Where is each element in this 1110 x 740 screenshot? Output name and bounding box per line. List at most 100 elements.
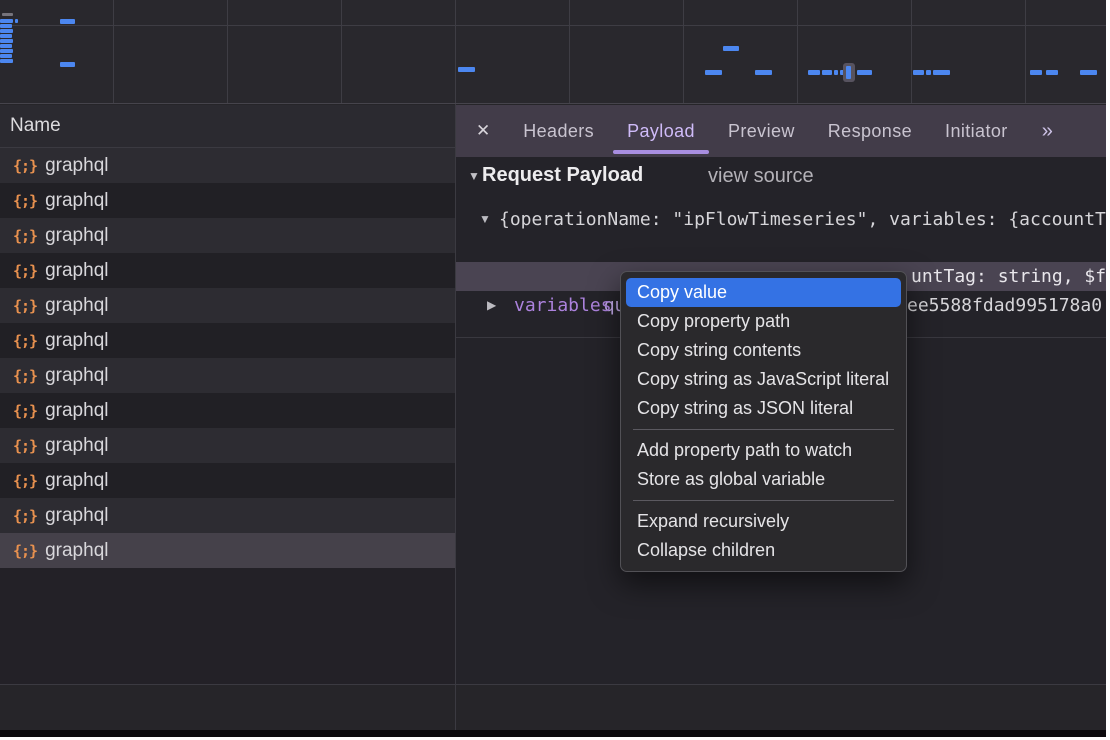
tab-preview[interactable]: Preview [728,121,795,142]
network-request-row[interactable]: {;} graphql [0,428,455,463]
timeline-hover-marker [843,63,855,82]
json-request-icon: {;} [13,437,37,455]
network-request-row[interactable]: {;} graphql [0,218,455,253]
operation-name-row[interactable]: operationName: "ipFlowTimeseries" [455,233,1106,262]
property-value-right-fragment: ee5588fdad995178a0 [907,291,1102,320]
property-key: variables [514,291,612,320]
request-timing-bar [1080,70,1097,75]
timeline-gridline [569,0,570,103]
network-request-row[interactable]: {;}graphql [0,393,455,428]
footer-divider [0,684,1106,685]
request-name-label: graphql [45,505,108,527]
request-timing-bar [913,70,924,75]
network-request-row[interactable]: {;} graphql [0,323,455,358]
request-name-label: graphql [45,540,108,562]
payload-preview-text: {operationName: "ipFlowTimeseries", vari… [499,205,1106,234]
property-value-right-fragment: untTag: string, $f [911,262,1106,291]
request-name-label: graphql [45,330,108,352]
context-menu-separator [633,429,894,430]
request-timing-bar [857,70,872,75]
request-timing-bar [834,70,838,75]
request-timing-bar [933,70,950,75]
request-timing-bar [0,29,13,33]
context-menu-item[interactable]: Copy string contents [621,336,906,365]
json-request-icon: {;} [13,472,37,490]
timeline-gridline [797,0,798,103]
devtools-window: Name {;} graphql {;} graphql {;} graphql {;} gr… [0,0,1106,737]
request-name-label: graphql [45,155,108,177]
request-timing-bar [15,19,18,23]
network-request-row[interactable]: {;}graphql [0,533,455,568]
expand-triangle-icon[interactable]: ▶ [487,291,496,320]
json-request-icon: {;} [13,332,37,350]
request-timing-bar [60,19,75,24]
request-timing-bar [0,24,12,28]
context-menu-item[interactable]: Expand recursively [621,507,906,536]
context-menu-item[interactable]: Copy string as JSON literal [621,394,906,423]
request-timing-bar [808,70,820,75]
column-header-name[interactable]: Name [0,105,455,148]
request-name-label: graphql [45,190,108,212]
request-name-label: graphql [45,260,108,282]
collapse-triangle-icon[interactable]: ▼ [468,169,480,183]
timeline-gridline [113,0,114,103]
request-timing-bar [0,44,12,48]
json-request-icon: {;} [13,192,37,210]
request-name-label: graphql [45,225,108,247]
network-request-row[interactable]: {;} graphql [0,288,455,323]
close-details-button[interactable]: ✕ [476,121,490,141]
network-request-row[interactable]: {;}graphql [0,358,455,393]
request-timing-bar [458,67,475,72]
json-request-icon: {;} [13,507,37,525]
network-request-row[interactable]: {;} graphql [0,183,455,218]
request-name-label: graphql [45,295,108,317]
view-source-link[interactable]: view source [708,165,814,188]
request-timing-bar [705,70,722,75]
tab-initiator[interactable]: Initiator [945,121,1008,142]
request-payload-title: Request Payload [482,164,643,187]
request-timing-bar [755,70,772,75]
timeline-horizontal-gridline [0,25,1106,26]
tab-response[interactable]: Response [828,121,912,142]
window-bottom-bar [0,730,1106,737]
json-request-icon: {;} [13,367,37,385]
context-menu-item[interactable]: Copy value [626,278,901,307]
json-request-icon: {;} [13,227,37,245]
context-menu: Copy valueCopy property pathCopy string … [620,271,907,572]
request-timing-bar [60,62,75,67]
network-request-row[interactable]: {;} graphql [0,148,455,183]
panel-splitter[interactable] [455,104,456,731]
network-request-row[interactable]: {;} graphql [0,498,455,533]
timeline-gridline [683,0,684,103]
timeline-gridline [455,0,456,103]
context-menu-item[interactable]: Copy property path [621,307,906,336]
request-timing-bar [0,34,12,38]
network-overview-timeline[interactable] [0,0,1106,104]
request-timing-bar [1030,70,1042,75]
request-name-label: graphql [45,400,108,422]
request-timing-bar [0,19,13,23]
tab-headers[interactable]: Headers [523,121,594,142]
context-menu-item[interactable]: Copy string as JavaScript literal [621,365,906,394]
json-request-icon: {;} [13,157,37,175]
json-request-icon: {;} [13,297,37,315]
network-request-row[interactable]: {;}graphql [0,463,455,498]
request-name-label: graphql [45,435,108,457]
more-tabs-button[interactable]: » [1042,120,1053,143]
timeline-hover-marker-bar [846,66,851,79]
payload-preview-row[interactable]: ▼ {operationName: "ipFlowTimeseries", va… [455,205,1106,234]
request-timing-bar [723,46,739,51]
tab-payload[interactable]: Payload [627,121,695,142]
context-menu-item[interactable]: Store as global variable [621,465,906,494]
context-menu-item[interactable]: Collapse children [621,536,906,565]
request-timing-bar [1046,70,1058,75]
context-menu-item[interactable]: Add property path to watch [621,436,906,465]
request-timing-bar [822,70,832,75]
network-request-row[interactable]: {;}graphql [0,253,455,288]
timeline-gridline [1025,0,1026,103]
request-timing-bar [926,70,931,75]
timeline-gridline [341,0,342,103]
collapse-triangle-icon[interactable]: ▼ [479,205,491,234]
timeline-gridline [227,0,228,103]
request-timing-bar [0,54,12,58]
